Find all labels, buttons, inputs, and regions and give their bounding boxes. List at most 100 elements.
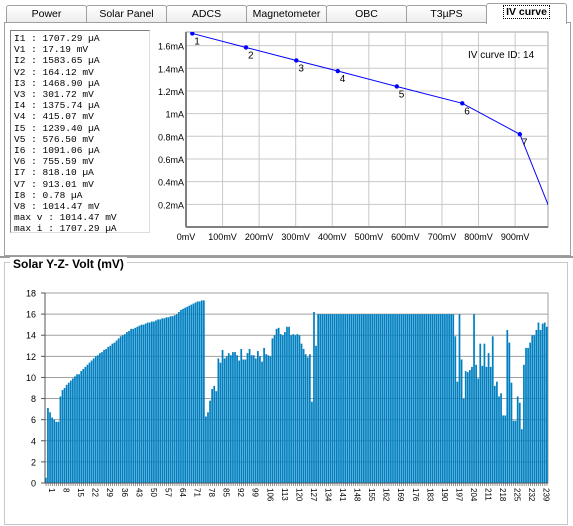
- bar: [446, 314, 448, 483]
- bar: [113, 342, 116, 483]
- readout-line: I6 : 1091.06 µA: [14, 145, 100, 157]
- bar: [466, 372, 469, 483]
- bar: [286, 326, 288, 483]
- bar: [84, 366, 87, 483]
- bar: [296, 334, 299, 483]
- bar: [387, 314, 390, 483]
- bar: [284, 332, 286, 483]
- tab-t3-ps[interactable]: T3µPS: [406, 5, 487, 23]
- bar: [496, 381, 498, 483]
- bar: [53, 419, 56, 483]
- bar: [423, 314, 426, 483]
- bar: [383, 314, 386, 483]
- bar: [47, 408, 49, 483]
- bar: [350, 314, 353, 483]
- bar: [421, 314, 423, 483]
- bar: [126, 332, 128, 483]
- bar: [518, 402, 521, 483]
- bar: [433, 314, 436, 483]
- x-tick-label: 8: [62, 488, 71, 493]
- bar: [381, 314, 384, 483]
- y-tick-label: 14: [26, 331, 36, 341]
- bar: [456, 381, 459, 483]
- readout-line: V5 : 576.50 mV: [14, 133, 94, 145]
- x-tick-label: 134: [323, 488, 332, 502]
- y-tick-label: 0.6mA: [158, 155, 184, 165]
- readout-line: I2 : 1583.65 µA: [14, 55, 100, 67]
- bar: [207, 412, 209, 483]
- tab-obc[interactable]: OBC: [326, 5, 407, 23]
- x-tick-label: 100mV: [208, 232, 237, 242]
- bar: [74, 376, 76, 483]
- y-tick-label: 1mA: [165, 110, 184, 120]
- readout-line: I3 : 1468.90 µA: [14, 77, 100, 89]
- readout-line: V7 : 913.01 mV: [14, 178, 94, 190]
- bar: [136, 326, 139, 483]
- x-tick-label: 106: [265, 488, 274, 502]
- bar: [169, 316, 172, 483]
- bar: [450, 314, 453, 483]
- bar: [439, 314, 442, 483]
- y-tick-label: 1.6mA: [158, 42, 184, 52]
- bar: [146, 322, 149, 483]
- bar: [448, 314, 450, 483]
- bar: [369, 314, 371, 483]
- tab-iv-curve[interactable]: IV curve: [486, 3, 567, 24]
- bar: [520, 429, 523, 483]
- bar: [302, 348, 305, 483]
- bar: [427, 314, 430, 483]
- bar: [130, 328, 132, 483]
- bar: [375, 314, 378, 483]
- bar: [132, 328, 135, 483]
- bar: [300, 343, 303, 483]
- tab-adcs[interactable]: ADCS: [166, 5, 247, 23]
- bar: [215, 391, 218, 483]
- bar: [55, 421, 58, 483]
- bar: [358, 314, 361, 483]
- x-tick-label: 500mV: [355, 232, 384, 242]
- bar: [398, 314, 401, 483]
- bar: [506, 329, 509, 483]
- iv-point-label: 7: [522, 137, 528, 148]
- bar: [306, 357, 309, 483]
- tab-power[interactable]: Power: [6, 5, 87, 23]
- bar: [541, 323, 544, 483]
- iv-point-label: 4: [340, 74, 346, 85]
- x-tick-label: 43: [134, 488, 143, 497]
- bar: [317, 314, 320, 483]
- bar: [335, 314, 338, 483]
- bar: [452, 314, 455, 483]
- bar: [281, 335, 284, 483]
- bar: [209, 400, 211, 483]
- bar: [59, 396, 62, 483]
- bar: [49, 412, 51, 483]
- iv-point: [555, 225, 559, 229]
- bar: [153, 321, 155, 483]
- bar: [304, 354, 307, 483]
- tab-magnetometer[interactable]: Magnetometer: [246, 5, 327, 23]
- bar: [327, 314, 330, 483]
- bar: [161, 318, 164, 483]
- bar: [200, 300, 203, 483]
- y-tick-label: 16: [26, 310, 36, 320]
- iv-curve-chart: 0mV 100mV 200mV 300mV 400mV 500mV 600mV 700mV 80…: [158, 31, 559, 242]
- bar: [529, 342, 532, 483]
- tab-solar-panel[interactable]: Solar Panel: [86, 5, 167, 23]
- bar: [67, 382, 70, 483]
- bar: [90, 360, 93, 483]
- bar: [377, 314, 380, 483]
- bar: [408, 314, 411, 483]
- bar: [236, 355, 238, 483]
- bar: [267, 355, 270, 483]
- bar: [257, 351, 259, 483]
- bar: [454, 336, 457, 483]
- tab-label: T3µPS: [430, 8, 463, 20]
- x-tick-label: 57: [163, 488, 172, 497]
- bar: [61, 390, 64, 483]
- bar: [437, 314, 440, 483]
- x-tick-label: 200mV: [245, 232, 274, 242]
- x-tick-label: 169: [396, 488, 405, 502]
- bar: [352, 314, 355, 483]
- bar: [419, 314, 421, 483]
- bar: [234, 352, 236, 483]
